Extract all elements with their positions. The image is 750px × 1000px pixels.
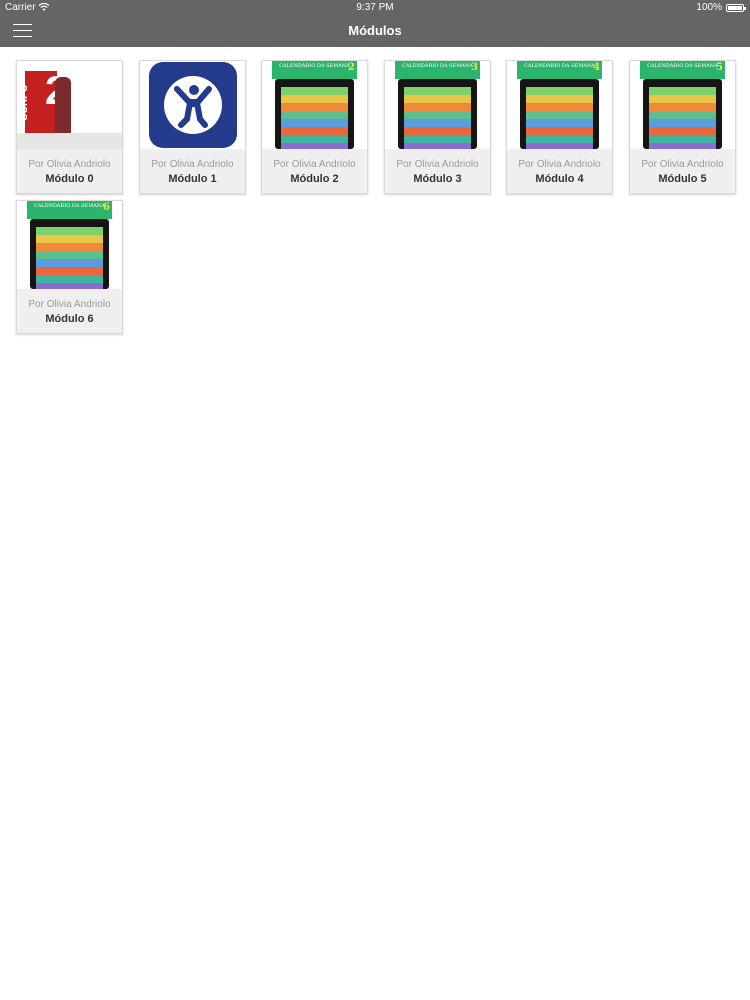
module-thumbnail <box>140 61 245 149</box>
module-card[interactable]: CALENDÁRIO DA SEMANA 2 Por Olivia Andriolo… <box>261 60 368 194</box>
module-thumbnail: CALENDÁRIO DA SEMANA 6 <box>17 201 122 289</box>
module-thumbnail: CALENDÁRIO DA SEMANA 3 <box>385 61 490 149</box>
module-title: Módulo 5 <box>658 173 707 185</box>
battery-icon <box>726 4 746 12</box>
module-author: Por Olivia Andriolo <box>28 159 111 170</box>
module-author: Por Olivia Andriolo <box>273 159 356 170</box>
tablet-image <box>30 219 109 289</box>
app-logo <box>148 62 237 148</box>
module-author: Por Olivia Andriolo <box>396 159 479 170</box>
calendar-header: CALENDÁRIO DA SEMANA 6 <box>27 201 112 219</box>
module-card[interactable]: CALENDÁRIO DA SEMANA 5 Por Olivia Andriolo… <box>629 60 736 194</box>
corpo-word: CORPO <box>19 84 30 121</box>
module-card[interactable]: CALENDÁRIO DA SEMANA 3 Por Olivia Andriolo… <box>384 60 491 194</box>
module-number: 4 <box>593 62 600 73</box>
status-bar: Carrier 9:37 PM 100% <box>0 0 750 16</box>
person-jumping-icon <box>163 76 222 134</box>
module-number: 2 <box>348 62 355 73</box>
module-card[interactable]: 21CORPO Por Olivia Andriolo Módulo 0 <box>16 60 123 194</box>
module-author: Por Olivia Andriolo <box>151 159 234 170</box>
module-author: Por Olivia Andriolo <box>28 299 111 310</box>
tablet-image <box>520 79 599 149</box>
module-author: Por Olivia Andriolo <box>518 159 601 170</box>
module-author: Por Olivia Andriolo <box>641 159 724 170</box>
calendar-header: CALENDÁRIO DA SEMANA 5 <box>640 61 725 79</box>
module-card[interactable]: CALENDÁRIO DA SEMANA 6 Por Olivia Andriolo… <box>16 200 123 334</box>
calendar-header: CALENDÁRIO DA SEMANA 2 <box>272 61 357 79</box>
module-card[interactable]: Por Olivia Andriolo Módulo 1 <box>139 60 246 194</box>
module-thumbnail: CALENDÁRIO DA SEMANA 4 <box>507 61 612 149</box>
tablet-image <box>398 79 477 149</box>
module-title: Módulo 6 <box>45 313 94 325</box>
module-title: Módulo 1 <box>168 173 217 185</box>
module-title: Módulo 3 <box>413 173 462 185</box>
navigation-bar: Módulos <box>0 16 750 47</box>
module-thumbnail: 21CORPO <box>17 61 122 149</box>
battery-percentage: 100% <box>696 2 722 13</box>
module-title: Módulo 0 <box>45 173 94 185</box>
tablet-image <box>275 79 354 149</box>
module-title: Módulo 2 <box>290 173 339 185</box>
tablet-image <box>643 79 722 149</box>
clock-time: 9:37 PM <box>356 2 394 13</box>
module-number: 5 <box>716 62 723 73</box>
page-title: Módulos <box>348 23 402 38</box>
calendar-header: CALENDÁRIO DA SEMANA 3 <box>395 61 480 79</box>
module-card[interactable]: CALENDÁRIO DA SEMANA 4 Por Olivia Andriolo… <box>506 60 613 194</box>
module-number: 6 <box>103 202 110 213</box>
module-thumbnail: CALENDÁRIO DA SEMANA 2 <box>262 61 367 149</box>
calendar-header: CALENDÁRIO DA SEMANA 4 <box>517 61 602 79</box>
module-title: Módulo 4 <box>535 173 584 185</box>
module-thumbnail: CALENDÁRIO DA SEMANA 5 <box>630 61 735 149</box>
module-number: 3 <box>471 62 478 73</box>
